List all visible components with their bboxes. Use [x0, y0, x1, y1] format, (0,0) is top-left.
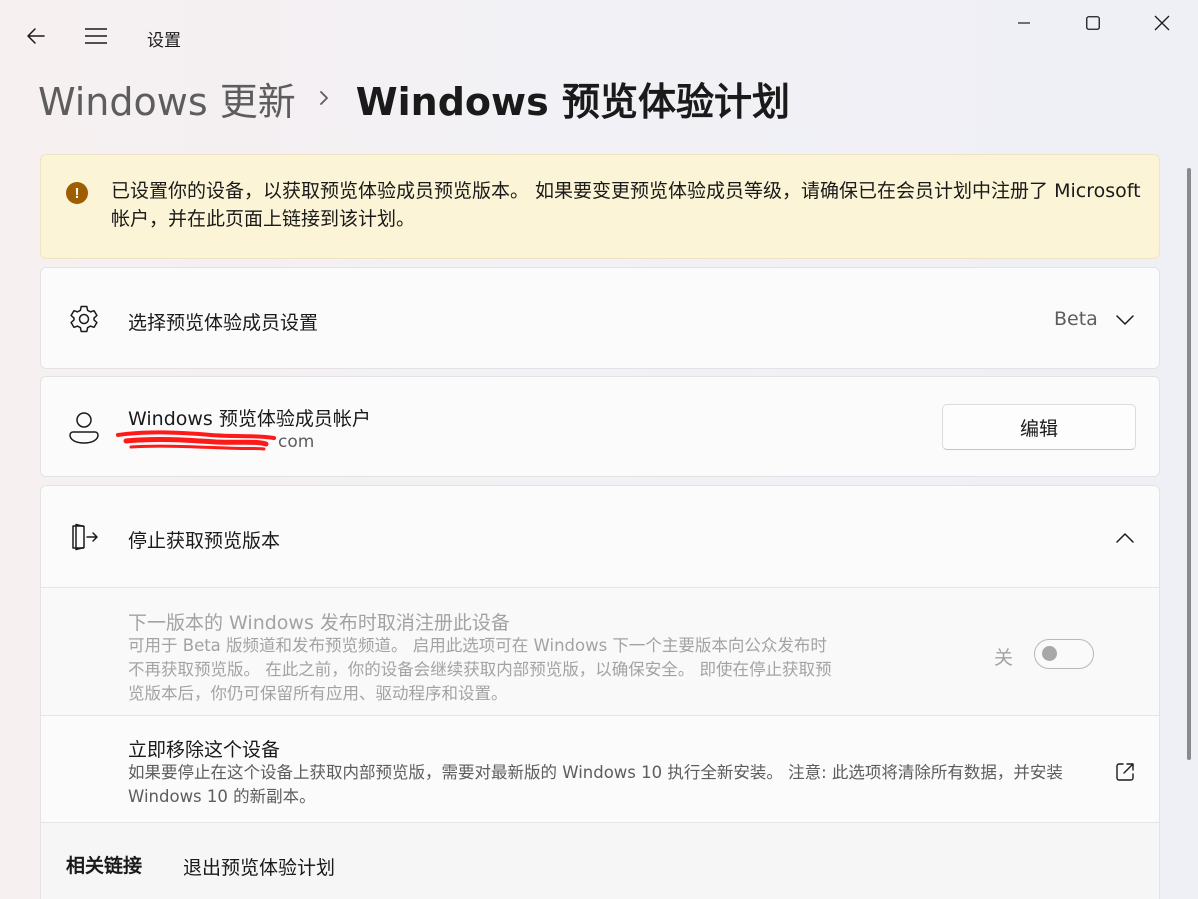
related-links: 相关链接 退出预览体验计划	[41, 823, 1159, 899]
app-title: 设置	[147, 31, 181, 51]
chevron-up-icon[interactable]	[1113, 528, 1137, 548]
unenroll-description: 可用于 Beta 版频道和发布预览频道。 启用此选项可在 Windows 下一个…	[128, 636, 832, 703]
back-button[interactable]	[14, 14, 58, 58]
related-links-label: 相关链接	[66, 855, 143, 877]
minimize-icon	[1018, 22, 1030, 24]
remove-device-row[interactable]: 立即移除这个设备 如果要停止在这个设备上获取内部预览版，需要对最新版的 Wind…	[41, 716, 1159, 823]
redaction-scribble	[116, 430, 276, 451]
breadcrumb: Windows 更新 Windows 预览体验计划	[38, 68, 790, 128]
title-bar: 设置	[0, 0, 1198, 70]
insider-settings-card[interactable]: 选择预览体验成员设置 Beta	[40, 267, 1160, 369]
insider-account-card: Windows 预览体验成员帐户 com 编辑	[40, 376, 1160, 477]
back-arrow-icon	[27, 28, 45, 44]
open-external-icon[interactable]	[1113, 760, 1137, 784]
maximize-icon	[1086, 16, 1100, 30]
breadcrumb-parent-link[interactable]: Windows 更新	[38, 71, 296, 126]
insider-settings-title: 选择预览体验成员设置	[128, 312, 319, 334]
person-icon	[66, 410, 102, 446]
chevron-down-icon[interactable]	[1113, 310, 1137, 330]
account-email-domain: com	[278, 432, 315, 452]
unenroll-toggle[interactable]	[1034, 639, 1094, 669]
settings-window: 设置 Windows 更新 Windows 预览体验计划 ! 已设置你的设备，以…	[0, 0, 1198, 899]
maximize-button[interactable]	[1059, 0, 1127, 46]
stop-preview-builds-title: 停止获取预览版本	[128, 530, 281, 552]
channel-value[interactable]: Beta	[1054, 308, 1098, 330]
close-icon	[1154, 15, 1170, 31]
chevron-right-icon	[318, 88, 330, 108]
toggle-knob	[1042, 646, 1057, 661]
remove-device-description: 如果要停止在这个设备上获取内部预览版，需要对最新版的 Windows 10 执行…	[128, 763, 1063, 806]
warning-text: 已设置你的设备，以获取预览体验成员预览版本。 如果要变更预览体验成员等级，请确保…	[111, 180, 1141, 230]
exit-door-icon	[66, 519, 102, 555]
account-title: Windows 预览体验成员帐户	[128, 408, 371, 430]
minimize-button[interactable]	[990, 0, 1058, 46]
toggle-state-label: 关	[994, 647, 1014, 669]
remove-device-title: 立即移除这个设备	[128, 739, 281, 761]
stop-preview-builds-card: 停止获取预览版本 下一版本的 Windows 发布时取消注册此设备 可用于 Be…	[40, 485, 1160, 899]
unenroll-next-release-row: 下一版本的 Windows 发布时取消注册此设备 可用于 Beta 版频道和发布…	[41, 588, 1159, 716]
leave-insider-program-link[interactable]: 退出预览体验计划	[183, 853, 335, 880]
edit-account-button[interactable]: 编辑	[942, 404, 1136, 450]
gear-icon	[66, 301, 102, 337]
hamburger-menu-icon	[85, 28, 107, 44]
warning-banner: ! 已设置你的设备，以获取预览体验成员预览版本。 如果要变更预览体验成员等级，请…	[40, 154, 1160, 259]
stop-preview-builds-header[interactable]: 停止获取预览版本	[41, 486, 1159, 588]
close-button[interactable]	[1128, 0, 1196, 46]
unenroll-title: 下一版本的 Windows 发布时取消注册此设备	[128, 612, 510, 634]
navigation-menu-button[interactable]	[74, 14, 118, 58]
page-title: Windows 预览体验计划	[355, 79, 790, 124]
warning-icon: !	[66, 182, 88, 204]
scrollbar[interactable]	[1187, 168, 1191, 760]
